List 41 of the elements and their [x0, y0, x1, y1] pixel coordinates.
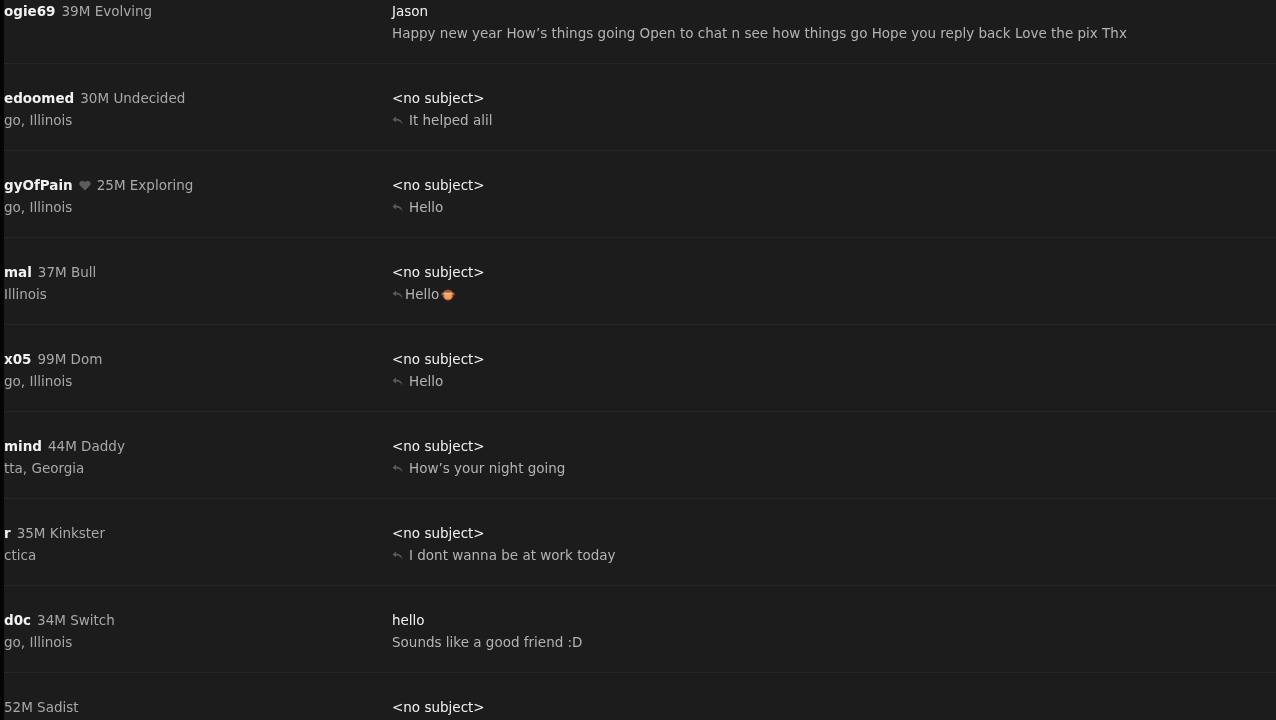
username[interactable]: r	[4, 522, 11, 544]
user-details: 44M Daddy	[47, 437, 125, 456]
user-details: 37M Bull	[37, 263, 97, 282]
username[interactable]: x05	[4, 348, 32, 370]
message-subject[interactable]: <no subject>	[392, 87, 485, 109]
message-preview: I dont wanna be at work today	[409, 546, 616, 565]
message-subject[interactable]: <no subject>	[392, 348, 485, 370]
user-details: 39M Evolving	[61, 2, 153, 21]
user-location: go, Illinois	[4, 372, 73, 391]
user-location: go, Illinois	[4, 111, 73, 130]
user-details: 25M Exploring	[96, 176, 194, 195]
message-preview: How’s your night going	[409, 459, 566, 478]
username[interactable]: d0c	[4, 609, 32, 631]
user-location: go, Illinois	[4, 633, 73, 652]
user-location: Illinois	[4, 285, 47, 304]
username[interactable]: gyOfPain	[4, 174, 73, 196]
user-location: tta, Georgia	[4, 459, 85, 478]
message-subject[interactable]: <no subject>	[392, 174, 485, 196]
username[interactable]: mal	[4, 261, 32, 283]
message-preview: Happy new year How’s things going Open to chat n see how things go Hope you reply back Love the pix Thx	[392, 24, 1127, 43]
username[interactable]: mind	[4, 435, 42, 457]
message-preview: Sounds like a good friend :D	[392, 633, 583, 652]
username[interactable]: ogie69	[4, 0, 56, 22]
message-preview: Hello	[409, 198, 444, 217]
message-preview: Hello	[409, 372, 444, 391]
user-details: 99M Dom	[37, 350, 103, 369]
message-subject[interactable]: <no subject>	[392, 261, 485, 283]
username[interactable]: edoomed	[4, 87, 75, 109]
message-preview: It helped alil	[409, 111, 493, 130]
message-subject[interactable]: <no subject>	[392, 435, 485, 457]
message-subject[interactable]: hello	[392, 609, 425, 631]
message-preview: Hello	[405, 285, 440, 304]
user-details: 34M Switch	[37, 611, 115, 630]
user-location: go, Illinois	[4, 198, 73, 217]
user-details: 35M Kinkster	[16, 524, 105, 543]
user-details: 52M Sadist	[4, 698, 79, 717]
sender-name: Jason	[392, 2, 429, 21]
message-subject[interactable]: <no subject>	[392, 522, 485, 544]
user-details: 30M Undecided	[80, 89, 186, 108]
message-subject[interactable]: <no subject>	[392, 696, 485, 718]
user-location: ctica	[4, 546, 37, 565]
